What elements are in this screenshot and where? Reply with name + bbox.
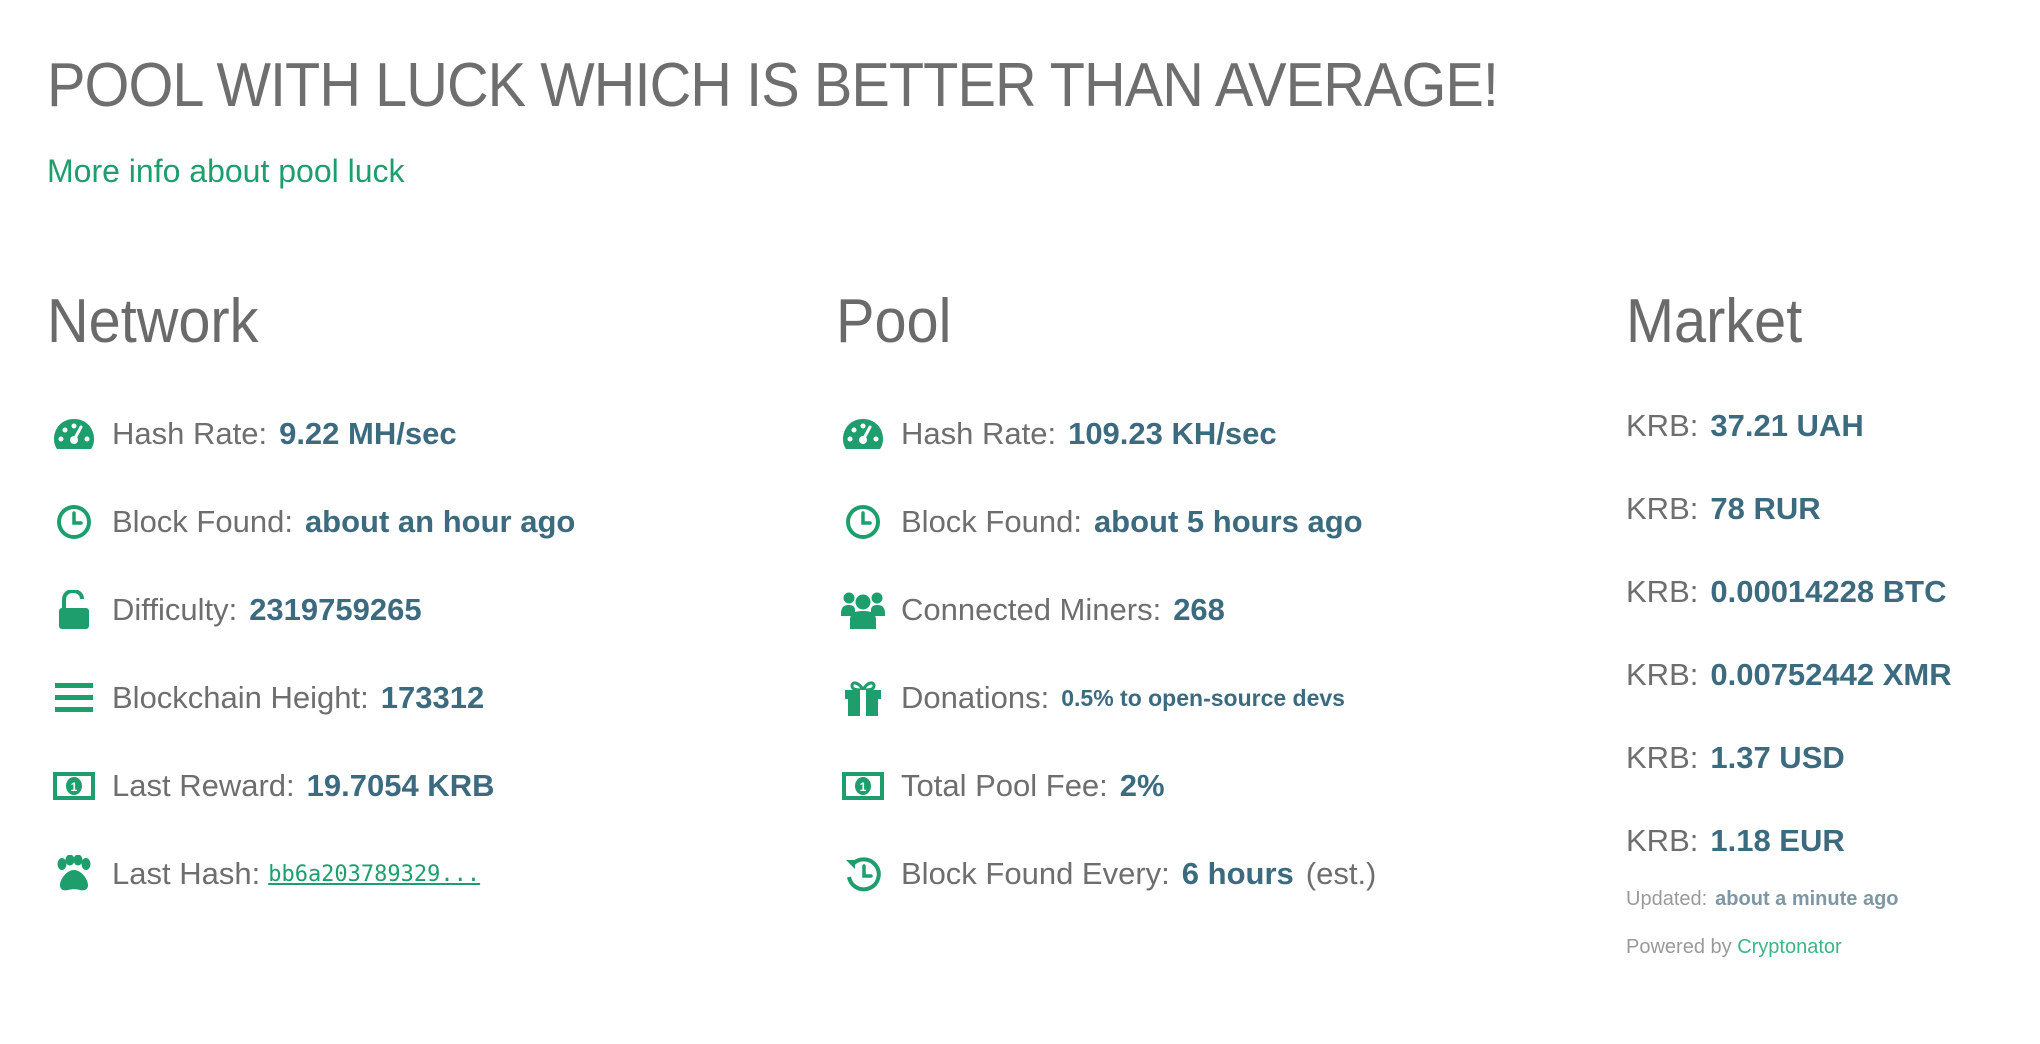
pool-block-every-value: 6 hours (1181, 856, 1294, 891)
svg-text:1: 1 (71, 780, 78, 794)
market-rate-label: KRB: (1626, 740, 1699, 775)
pool-fee-row: 1 Total Pool Fee: 2% (836, 761, 1165, 811)
pool-section: Pool Hash Rate: 109.23 KH/sec Block Foun… (836, 286, 1616, 892)
page-title: POOL WITH LUCK WHICH IS BETTER THAN AVER… (47, 51, 1499, 120)
market-rate-value: 1.18 EUR (1710, 823, 1845, 858)
pool-block-found-row: Block Found: about 5 hours ago (836, 497, 1363, 547)
market-rate-value: 0.00752442 XMR (1710, 657, 1952, 692)
svg-text:1: 1 (860, 780, 867, 794)
network-height-value: 173312 (380, 680, 485, 715)
users-icon (841, 588, 885, 632)
gift-icon (841, 676, 885, 720)
market-powered-by: Powered by Cryptonator (1626, 936, 1842, 959)
market-rate-eur: KRB: 1.18 EUR (1626, 823, 1845, 859)
market-rate-value: 1.37 USD (1710, 740, 1845, 775)
pool-luck-link[interactable]: More info about pool luck (47, 153, 405, 190)
market-rate-label: KRB: (1626, 408, 1699, 443)
network-last-reward-label: Last Reward: (112, 768, 295, 803)
market-rate-usd: KRB: 1.37 USD (1626, 740, 1845, 776)
network-last-reward-row: 1 Last Reward: 19.7054 KRB (47, 761, 494, 811)
clock-icon (52, 500, 96, 544)
market-rate-label: KRB: (1626, 574, 1699, 609)
history-icon (841, 852, 885, 896)
pool-hash-rate-row: Hash Rate: 109.23 KH/sec (836, 409, 1277, 459)
network-difficulty-value: 2319759265 (249, 592, 422, 627)
pool-miners-value: 268 (1173, 592, 1225, 627)
market-updated-value: about a minute ago (1715, 888, 1899, 910)
network-block-found-row: Block Found: about an hour ago (47, 497, 575, 547)
clock-icon (841, 500, 885, 544)
network-difficulty-row: Difficulty: 2319759265 (47, 585, 422, 635)
pool-fee-value: 2% (1119, 768, 1165, 803)
network-block-found-value: about an hour ago (304, 504, 576, 539)
powered-by-prefix: Powered by (1626, 936, 1732, 958)
network-hash-rate-row: Hash Rate: 9.22 MH/sec (47, 409, 457, 459)
cryptonator-link[interactable]: Cryptonator (1737, 936, 1842, 958)
dashboard-icon (841, 412, 885, 456)
network-last-hash-link[interactable]: bb6a203789329... (268, 862, 480, 887)
dashboard-icon (52, 412, 96, 456)
market-updated-label: Updated: (1626, 888, 1708, 910)
network-last-reward-value: 19.7054 KRB (306, 768, 495, 803)
money-icon: 1 (841, 764, 885, 808)
market-updated: Updated: about a minute ago (1626, 888, 1899, 911)
pool-hash-rate-label: Hash Rate: (901, 416, 1057, 451)
market-section: Market KRB: 37.21 UAH KRB: 78 RUR KRB: 0.00… (1626, 286, 2026, 958)
pool-miners-label: Connected Miners: (901, 592, 1162, 627)
market-rate-label: KRB: (1626, 823, 1699, 858)
pool-miners-row: Connected Miners: 268 (836, 585, 1225, 635)
market-rate-rur: KRB: 78 RUR (1626, 491, 1821, 527)
network-section: Network Hash Rate: 9.22 MH/sec Block Fou… (47, 286, 827, 891)
network-heading: Network (47, 287, 259, 356)
pool-donations-row: Donations: 0.5% to open-source devs (836, 673, 1345, 723)
money-icon: 1 (52, 764, 96, 808)
pool-block-found-label: Block Found: (901, 504, 1082, 539)
pool-donations-label: Donations: (901, 680, 1050, 715)
market-rate-value: 78 RUR (1710, 491, 1821, 526)
network-difficulty-label: Difficulty: (112, 592, 238, 627)
network-hash-rate-value: 9.22 MH/sec (279, 416, 457, 451)
market-heading: Market (1626, 287, 1803, 356)
pool-block-every-row: Block Found Every: 6 hours (est.) (836, 849, 1376, 899)
network-hash-rate-label: Hash Rate: (112, 416, 268, 451)
market-rate-value: 0.00014228 BTC (1710, 574, 1947, 609)
network-height-row: Blockchain Height: 173312 (47, 673, 484, 723)
bars-icon (52, 676, 96, 720)
market-rate-label: KRB: (1626, 657, 1699, 692)
pool-hash-rate-value: 109.23 KH/sec (1068, 416, 1277, 451)
pool-block-every-suffix: (est.) (1305, 856, 1377, 891)
network-block-found-label: Block Found: (112, 504, 293, 539)
pool-block-found-value: about 5 hours ago (1093, 504, 1363, 539)
market-rate-label: KRB: (1626, 491, 1699, 526)
pool-block-every-label: Block Found Every: (901, 856, 1170, 891)
network-last-hash-row: Last Hash: bb6a203789329... (47, 849, 480, 899)
pool-heading: Pool (836, 287, 952, 356)
network-height-label: Blockchain Height: (112, 680, 369, 715)
market-rate-btc: KRB: 0.00014228 BTC (1626, 574, 1946, 610)
market-rate-value: 37.21 UAH (1710, 408, 1864, 443)
market-rate-xmr: KRB: 0.00752442 XMR (1626, 657, 1952, 693)
unlock-icon (52, 588, 96, 632)
network-last-hash-label: Last Hash: (112, 856, 261, 891)
market-rate-uah: KRB: 37.21 UAH (1626, 408, 1864, 444)
paw-icon (52, 852, 96, 896)
pool-donations-value: 0.5% to open-source devs (1061, 684, 1345, 711)
pool-fee-label: Total Pool Fee: (901, 768, 1108, 803)
